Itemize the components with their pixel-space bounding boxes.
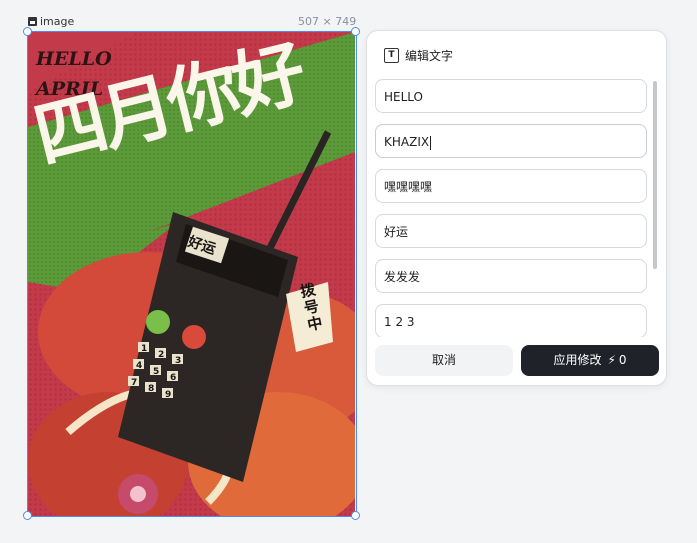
image-icon [28, 17, 37, 26]
keypad-digit: 3 [175, 356, 181, 366]
keypad-digit: 8 [148, 384, 154, 394]
resize-handle-top-left[interactable] [23, 27, 32, 36]
panel-header: T 编辑文字 [384, 47, 453, 64]
text-field-value: 好运 [384, 225, 409, 239]
resize-handle-bottom-right[interactable] [351, 511, 360, 520]
panel-title: 编辑文字 [405, 49, 454, 63]
keypad-digit: 7 [131, 378, 137, 388]
poster-image[interactable]: 123456789 HELLO APRIL 四月你好 好运 拨号中 [28, 32, 355, 516]
text-field-5[interactable]: 发发发 [375, 259, 647, 293]
text-field-value: 1 2 3 [384, 315, 415, 329]
text-field-value: 发发发 [384, 270, 421, 284]
text-field-6[interactable]: 1 2 3 [375, 304, 647, 337]
resize-handle-top-right[interactable] [351, 27, 360, 36]
apply-cost: 0 [618, 353, 627, 367]
edit-text-panel: T 编辑文字 HELLO KHAZIX 嘿嘿嘿嘿 好运 发发发 1 2 3 取消… [366, 30, 667, 386]
apply-button-label: 应用修改 [553, 353, 602, 367]
lightning-icon: ⚡ [607, 353, 616, 367]
text-field-3[interactable]: 嘿嘿嘿嘿 [375, 169, 647, 203]
text-field-list[interactable]: HELLO KHAZIX 嘿嘿嘿嘿 好运 发发发 1 2 3 [375, 79, 651, 337]
text-field-value: 嘿嘿嘿嘿 [384, 180, 433, 194]
image-dimensions: 507 × 749 [298, 15, 357, 28]
text-field-1[interactable]: HELLO [375, 79, 647, 113]
cancel-button[interactable]: 取消 [375, 345, 513, 376]
text-field-value: HELLO [384, 90, 423, 104]
text-field-value: KHAZIX [384, 135, 430, 149]
keypad-digit: 1 [141, 344, 147, 354]
keypad-digit: 9 [165, 390, 171, 400]
resize-handle-bottom-left[interactable] [23, 511, 32, 520]
text-field-2[interactable]: KHAZIX [375, 124, 647, 158]
fields-scrollbar[interactable] [653, 81, 657, 269]
keypad-digit: 5 [153, 367, 159, 377]
image-label-text: image [40, 15, 75, 28]
cancel-button-label: 取消 [431, 353, 456, 367]
keypad-digit: 4 [136, 361, 142, 371]
image-label: image [28, 15, 74, 28]
text-edit-icon: T [384, 48, 399, 63]
text-caret [430, 135, 432, 150]
apply-changes-button[interactable]: 应用修改 ⚡ 0 [521, 345, 659, 376]
keypad-digit: 6 [170, 373, 176, 383]
keypad-digit: 2 [158, 350, 164, 360]
text-field-4[interactable]: 好运 [375, 214, 647, 248]
